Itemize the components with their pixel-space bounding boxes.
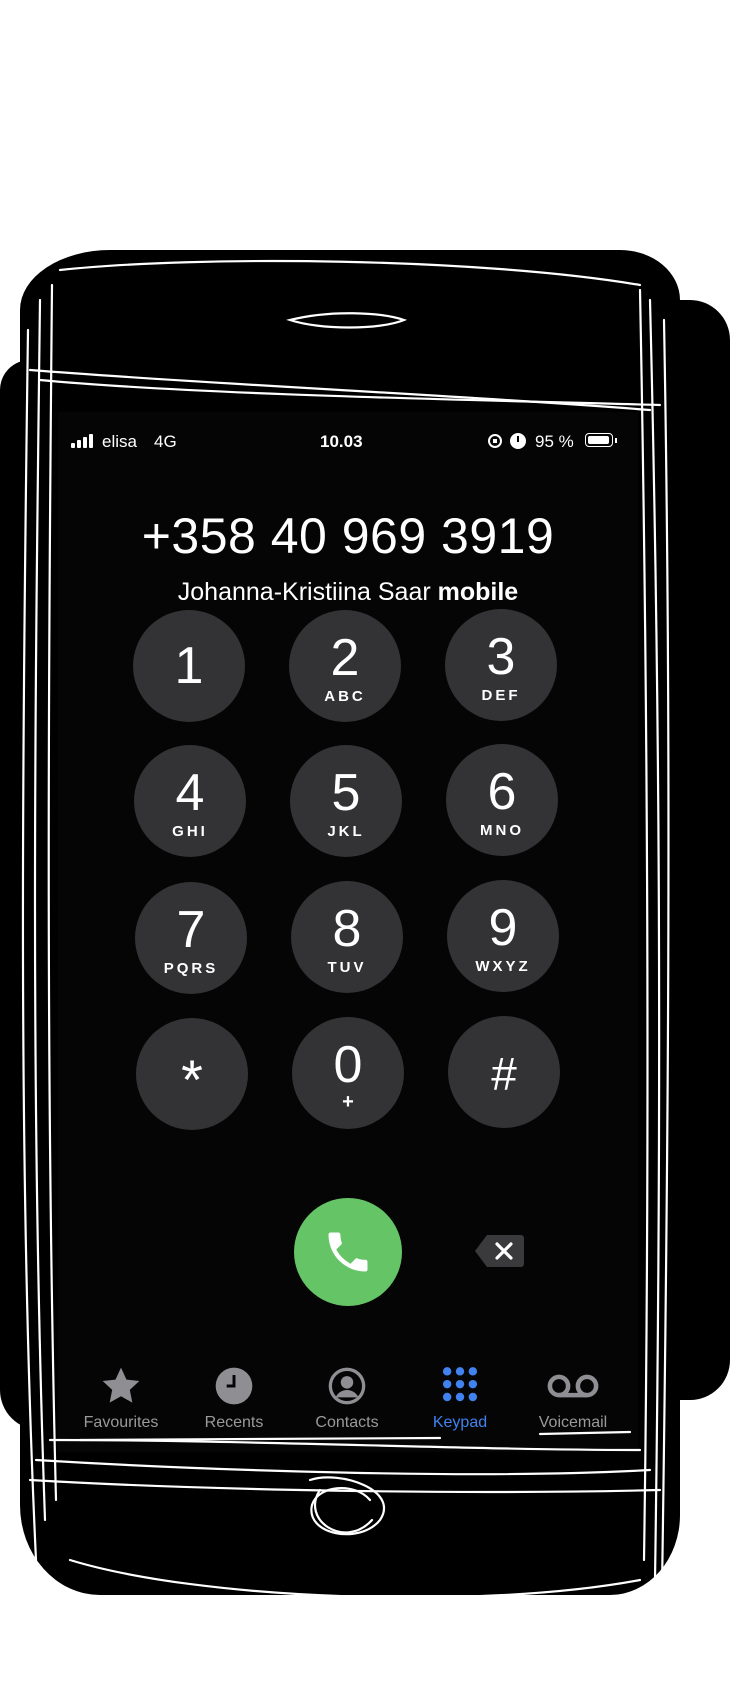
key-digit: 6 <box>487 763 517 821</box>
battery-percentage: 95 % <box>535 432 574 451</box>
key-0[interactable]: 0 + <box>292 1017 404 1129</box>
key-hash[interactable]: # <box>448 1016 560 1128</box>
tab-label: Voicemail <box>538 1414 608 1431</box>
dialer-screen: elisa 4G 10.03 95 % +358 40 969 3919 Joh… <box>58 412 638 1452</box>
contact-number-label: mobile <box>437 578 519 606</box>
phone-icon <box>328 1232 368 1272</box>
contact-name: Johanna-Kristiina Saar <box>177 578 431 606</box>
key-letters: JKL <box>327 823 365 840</box>
key-digit: 7 <box>176 901 206 959</box>
tab-label: Favourites <box>83 1414 159 1431</box>
tab-label: Keypad <box>432 1414 488 1431</box>
key-letters: ABC <box>324 688 366 705</box>
tab-label: Recents <box>204 1414 264 1431</box>
tab-contacts[interactable]: Contacts <box>292 1364 402 1432</box>
key-digit: 2 <box>330 629 360 687</box>
key-9[interactable]: 9 WXYZ <box>447 880 559 992</box>
carrier-name: elisa <box>102 432 137 451</box>
voicemail-icon <box>547 1364 599 1408</box>
status-bar: elisa 4G 10.03 95 % <box>58 430 638 454</box>
tab-label: Contacts <box>315 1414 379 1431</box>
key-digit: # <box>491 1048 517 1100</box>
tab-recents[interactable]: Recents <box>179 1364 289 1432</box>
tab-voicemail[interactable]: Voicemail <box>518 1364 628 1432</box>
key-digit: 1 <box>174 637 204 695</box>
key-2[interactable]: 2 ABC <box>289 610 401 722</box>
key-5[interactable]: 5 JKL <box>290 745 402 857</box>
key-plus: + <box>342 1091 354 1113</box>
alarm-icon <box>510 433 526 449</box>
battery-cap <box>615 438 617 443</box>
keypad-icon <box>438 1364 482 1408</box>
key-digit: 0 <box>333 1036 363 1094</box>
tab-keypad[interactable]: Keypad <box>405 1364 515 1432</box>
dialed-number[interactable]: +358 40 969 3919 <box>58 507 638 565</box>
key-letters: GHI <box>172 823 208 840</box>
orientation-lock-icon <box>488 434 502 448</box>
key-digit: 3 <box>486 628 516 686</box>
key-digit: * <box>181 1048 203 1111</box>
delete-icon <box>475 1235 524 1267</box>
battery-icon <box>585 433 613 447</box>
key-7[interactable]: 7 PQRS <box>135 882 247 994</box>
delete-button[interactable] <box>475 1233 525 1269</box>
key-3[interactable]: 3 DEF <box>445 609 557 721</box>
signal-icon <box>71 434 93 448</box>
key-letters: DEF <box>481 687 521 704</box>
tab-favourites[interactable]: Favourites <box>66 1364 176 1432</box>
key-digit: 9 <box>488 899 518 957</box>
key-1[interactable]: 1 <box>133 610 245 722</box>
status-time: 10.03 <box>320 432 363 451</box>
clock-icon <box>212 1364 256 1408</box>
matched-contact[interactable]: Johanna-Kristiina Saar mobile <box>58 578 638 607</box>
key-digit: 4 <box>175 764 205 822</box>
key-4[interactable]: 4 GHI <box>134 745 246 857</box>
key-star[interactable]: * <box>136 1018 248 1130</box>
person-circle-icon <box>325 1364 369 1408</box>
key-letters: TUV <box>327 959 367 976</box>
key-letters: PQRS <box>163 960 219 977</box>
key-6[interactable]: 6 MNO <box>446 744 558 856</box>
key-digit: 8 <box>332 900 362 958</box>
key-letters: MNO <box>480 822 524 839</box>
key-digit: 5 <box>331 764 361 822</box>
key-8[interactable]: 8 TUV <box>291 881 403 993</box>
call-button[interactable] <box>294 1198 402 1306</box>
star-icon <box>99 1364 143 1408</box>
key-letters: WXYZ <box>475 958 531 975</box>
network-type: 4G <box>154 432 177 451</box>
